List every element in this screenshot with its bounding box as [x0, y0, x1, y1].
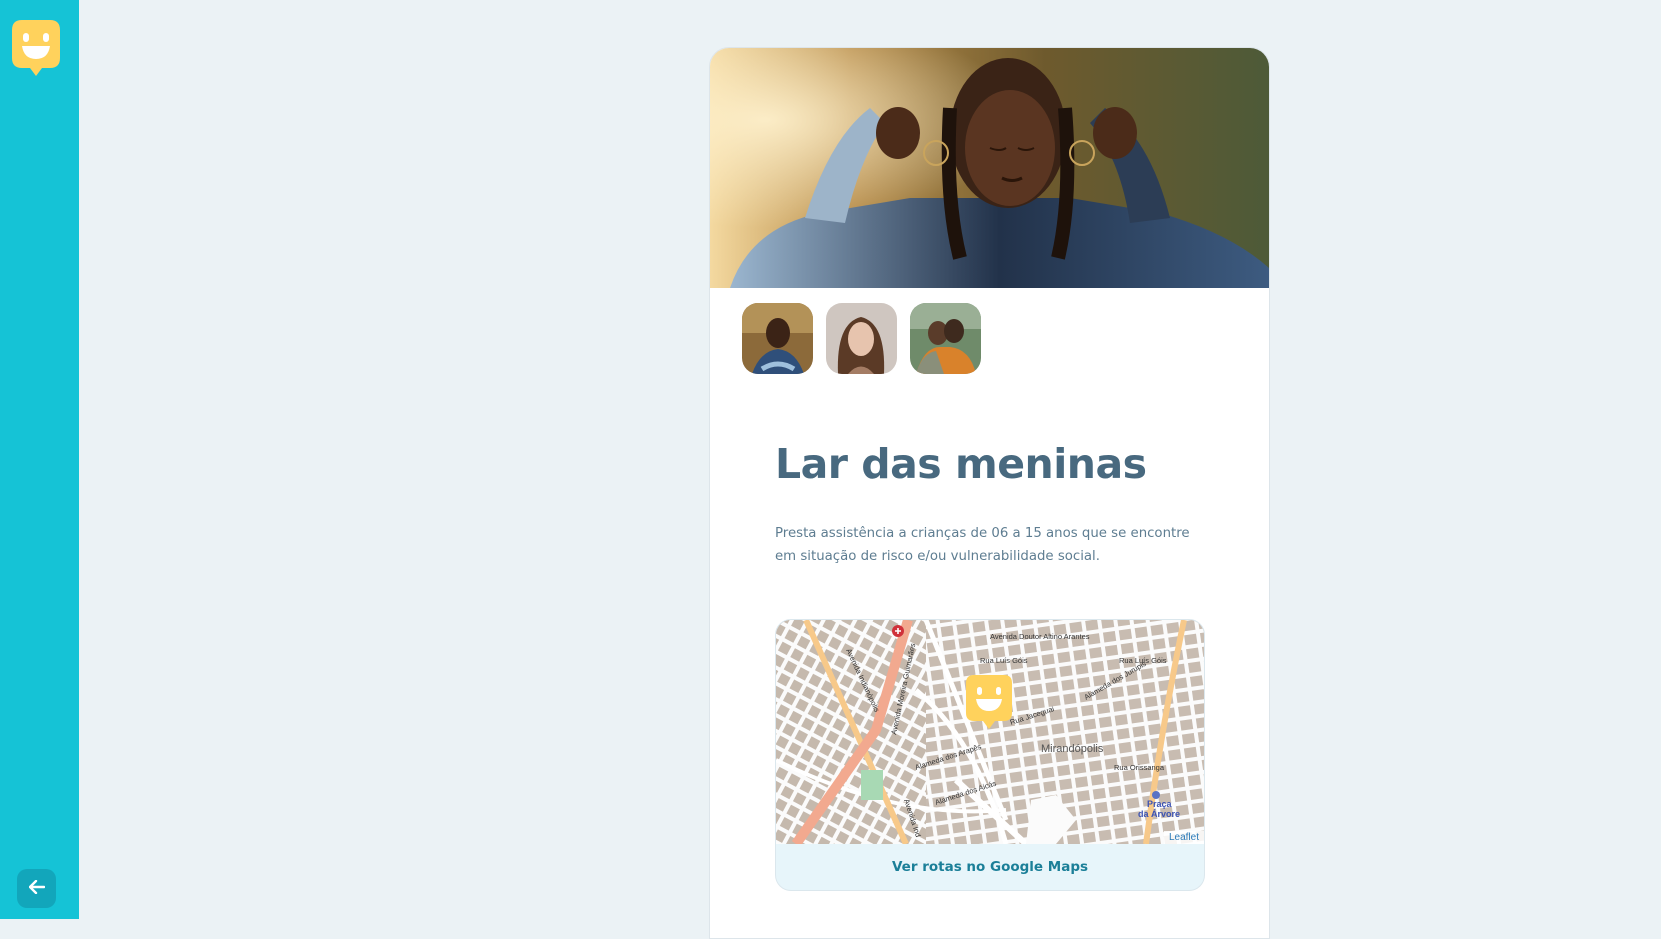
thumbnail-gallery — [742, 303, 981, 374]
thumbnail-photo-1[interactable] — [742, 303, 813, 374]
map-marker-icon — [966, 675, 1012, 729]
page-title: Lar das meninas — [775, 440, 1147, 488]
place-card: Lar das meninas Presta assistência a cri… — [709, 47, 1270, 939]
map-label: Rua Luís Góis — [980, 656, 1028, 665]
hero-image — [710, 48, 1269, 288]
place-description: Presta assistência a crianças de 06 a 15… — [775, 526, 1190, 564]
arrow-left-icon — [28, 879, 45, 898]
back-button[interactable] — [17, 869, 56, 908]
sidebar — [0, 0, 79, 919]
map-attribution[interactable]: Leaflet — [1163, 831, 1204, 844]
map-label: da Árvore — [1138, 809, 1180, 819]
thumbnail-photo-2[interactable] — [826, 303, 897, 374]
location-map[interactable]: Avenida Doutor Altino Arantes Rua Luís G… — [776, 620, 1204, 847]
map-label: Praça — [1147, 799, 1173, 809]
map-label-neighborhood: Mirandópolis — [1041, 743, 1104, 755]
google-maps-routes-link[interactable]: Ver rotas no Google Maps — [776, 844, 1204, 890]
thumbnail-photo-3[interactable] — [910, 303, 981, 374]
map-label: Rua Orissanga — [1114, 763, 1165, 772]
smiley-chat-logo-icon[interactable] — [12, 20, 60, 76]
map-label: Avenida Doutor Altino Arantes — [990, 632, 1090, 641]
map-widget: Avenida Doutor Altino Arantes Rua Luís G… — [775, 619, 1205, 891]
